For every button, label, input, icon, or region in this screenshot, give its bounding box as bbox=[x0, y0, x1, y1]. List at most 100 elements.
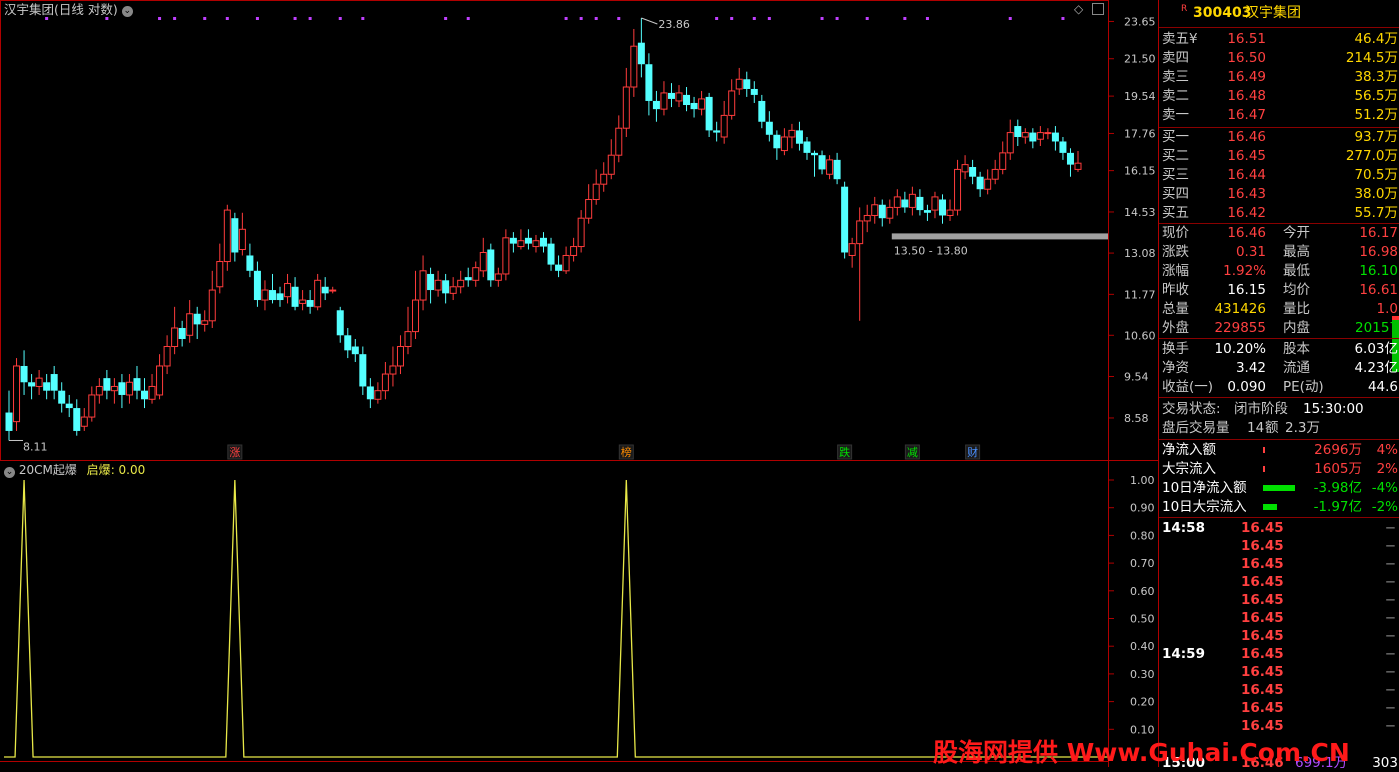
chevron-down-icon[interactable]: ⌄ bbox=[121, 6, 133, 17]
candle-body bbox=[186, 313, 194, 336]
candle-body bbox=[472, 267, 480, 281]
candle-body bbox=[999, 152, 1007, 170]
stat2-value: 10.20% bbox=[1214, 341, 1266, 357]
tick-row: 16.45 − bbox=[1159, 573, 1399, 591]
tick-price: 16.45 bbox=[1241, 628, 1284, 644]
stat-label-2: 今开 bbox=[1283, 225, 1310, 241]
flow-pct: 4% bbox=[1376, 442, 1398, 458]
candle-body bbox=[532, 240, 540, 248]
candle-body bbox=[1014, 126, 1022, 138]
stock-name[interactable]: 汉宇集团 bbox=[1245, 4, 1301, 22]
candle-body bbox=[1044, 132, 1052, 135]
candle-body bbox=[464, 277, 472, 281]
bid-price: 16.45 bbox=[1227, 148, 1266, 164]
candle-body bbox=[223, 209, 231, 263]
flow-label: 净流入额 bbox=[1162, 442, 1216, 458]
stock-code[interactable]: 300403 bbox=[1193, 4, 1251, 22]
tick-dash: − bbox=[1384, 664, 1396, 680]
ask-volume: 51.2万 bbox=[1354, 107, 1398, 123]
bid-price: 16.42 bbox=[1227, 205, 1266, 221]
sub-y-tick-label: 0.70 bbox=[1130, 557, 1155, 570]
sub-chart-20cm[interactable]: 1.000.900.800.700.600.500.400.300.200.10 bbox=[4, 474, 1155, 758]
event-dot bbox=[173, 17, 177, 20]
min-price-label: 8.11 bbox=[23, 440, 48, 453]
candle-body bbox=[502, 237, 510, 275]
candle-body bbox=[50, 374, 58, 391]
candlestick-series[interactable] bbox=[5, 18, 1082, 441]
event-dot bbox=[1061, 17, 1065, 20]
stat2-row: 换手 10.20% 股本 6.03亿 bbox=[1159, 340, 1399, 358]
candle-body bbox=[795, 130, 803, 144]
candle-body bbox=[133, 378, 141, 391]
collapse-icon[interactable]: ⌄ bbox=[4, 467, 15, 478]
candle-body bbox=[427, 273, 435, 291]
candle-body bbox=[961, 164, 969, 173]
sub-y-tick-label: 0.20 bbox=[1130, 696, 1155, 709]
tick-dash: − bbox=[1384, 628, 1396, 644]
candle-body bbox=[743, 79, 751, 89]
event-dot bbox=[1008, 17, 1012, 20]
ask-price: 16.51 bbox=[1227, 31, 1266, 47]
stat-label: 总量 bbox=[1162, 301, 1189, 317]
tick-dash: − bbox=[1384, 592, 1396, 608]
stat2-label: 收益(一) bbox=[1162, 379, 1214, 395]
stat-label: 现价 bbox=[1162, 225, 1189, 241]
candle-body bbox=[193, 313, 201, 325]
candle-body bbox=[728, 90, 736, 116]
tick-dash: − bbox=[1384, 682, 1396, 698]
candle-body bbox=[607, 154, 615, 175]
sub-y-tick-label: 0.50 bbox=[1130, 613, 1155, 626]
candle-body bbox=[976, 176, 984, 190]
sub-chart-series-label: 启爆 bbox=[86, 463, 111, 477]
ask-label: 卖二 bbox=[1162, 88, 1189, 104]
bid-row: 买四 16.43 38.0万 bbox=[1159, 185, 1399, 203]
candle-body bbox=[110, 385, 118, 392]
candle-body bbox=[171, 327, 179, 348]
tick-price: 16.45 bbox=[1241, 574, 1284, 590]
chart-area[interactable]: 23.65 21.50 19.54 17.76 16.15 14.53 13.08 11.77… bbox=[0, 0, 1158, 767]
candle-body bbox=[984, 178, 992, 190]
tick-dash: − bbox=[1384, 556, 1396, 572]
stat2-label-2: PE(动) bbox=[1283, 379, 1324, 395]
ask-price: 16.48 bbox=[1227, 88, 1266, 104]
tick-dash: − bbox=[1384, 700, 1396, 716]
stat-label: 外盘 bbox=[1162, 320, 1189, 336]
event-dot bbox=[835, 17, 839, 20]
stat-label-2: 均价 bbox=[1283, 282, 1310, 298]
candle-body bbox=[720, 114, 728, 138]
sub-y-tick-label: 0.90 bbox=[1130, 502, 1155, 515]
trade-status-label: 交易状态: bbox=[1162, 401, 1221, 417]
quote-panel: R 300403 汉宇集团 卖五¥ 16.51 46.4万 卖四 16.50 214.5万… bbox=[1158, 0, 1399, 771]
candle-body bbox=[374, 390, 382, 400]
max-pointer bbox=[641, 17, 658, 25]
diamond-icon[interactable]: ◇ bbox=[1074, 2, 1083, 16]
stat2-row: 净资 3.42 流通 4.23亿 bbox=[1159, 359, 1399, 377]
bid-label: 买二 bbox=[1162, 148, 1189, 164]
stat2-label: 换手 bbox=[1162, 341, 1189, 357]
candle-body bbox=[863, 214, 871, 222]
bid-label: 买一 bbox=[1162, 129, 1189, 145]
tick-volume: 303 bbox=[1372, 755, 1398, 771]
candle-body bbox=[667, 92, 675, 99]
candle-body bbox=[1051, 132, 1059, 142]
tick-price: 16.45 bbox=[1241, 556, 1284, 572]
sub-y-tick-label: 0.80 bbox=[1130, 529, 1155, 542]
scroll-box-icon[interactable] bbox=[1092, 3, 1104, 15]
candle-body bbox=[253, 270, 261, 301]
candle-body bbox=[1059, 141, 1067, 153]
candle-body bbox=[381, 373, 389, 392]
sub-chart-title[interactable]: 20CM起爆 bbox=[19, 463, 77, 477]
marker-label: 财 bbox=[967, 445, 978, 459]
candle-body bbox=[58, 390, 66, 404]
candle-body bbox=[547, 243, 555, 265]
trade-status-value: 闭市阶段 bbox=[1234, 401, 1288, 417]
flow-pct: -4% bbox=[1371, 480, 1398, 496]
stat-row: 涨幅 1.92% 最低 16.10 bbox=[1159, 262, 1399, 280]
candle-body bbox=[509, 237, 517, 244]
main-chart-title[interactable]: 汉宇集团(日线 对数) bbox=[4, 2, 118, 17]
stat2-label-2: 流通 bbox=[1283, 360, 1310, 376]
ask-price: 16.47 bbox=[1227, 107, 1266, 123]
candle-body bbox=[645, 64, 653, 101]
stat-value: 16.46 bbox=[1227, 225, 1266, 241]
candle-body bbox=[20, 365, 28, 383]
